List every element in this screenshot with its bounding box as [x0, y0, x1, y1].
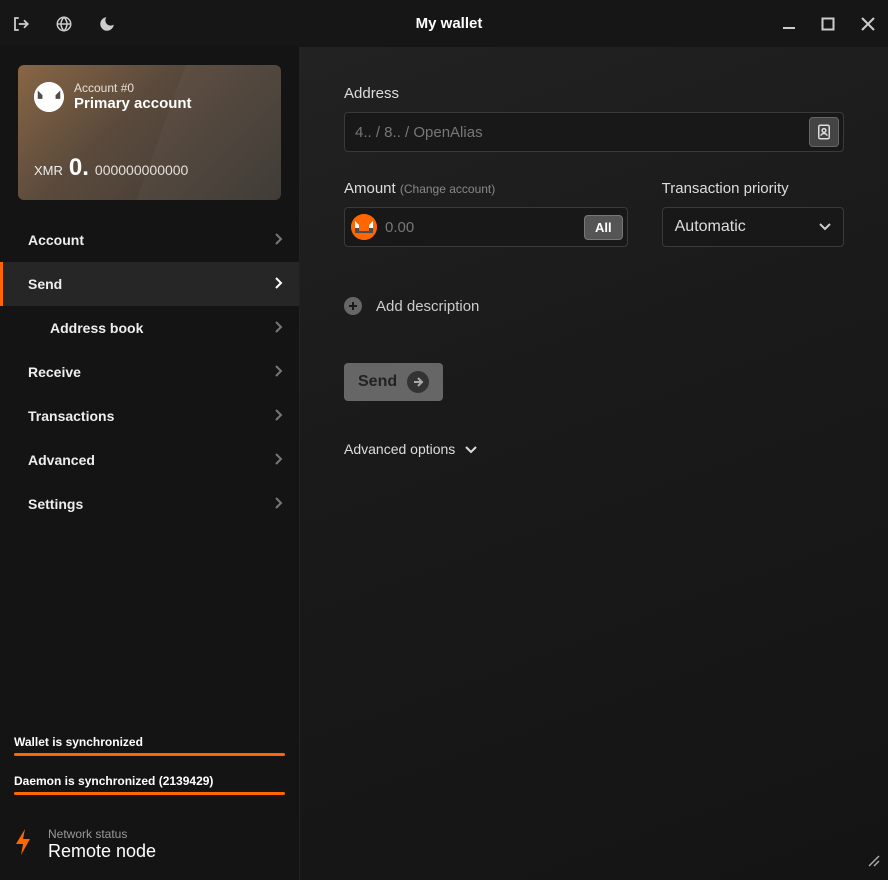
minimize-icon[interactable]	[782, 17, 796, 31]
amount-input[interactable]	[385, 219, 584, 236]
monero-logo-icon	[34, 82, 64, 112]
network-status-value: Remote node	[48, 841, 156, 862]
chevron-right-icon	[275, 232, 283, 248]
balance-decimal: 000000000000	[95, 162, 188, 178]
bolt-icon	[14, 828, 34, 861]
daemon-sync-bar	[14, 792, 285, 795]
amount-label: Amount (Change account)	[344, 180, 628, 197]
priority-select[interactable]: Automatic	[662, 207, 844, 247]
moon-icon[interactable]	[98, 15, 116, 33]
send-button-label: Send	[358, 373, 397, 391]
nav-label: Transactions	[28, 408, 114, 424]
nav-transactions[interactable]: Transactions	[0, 394, 299, 438]
add-description-label: Add description	[376, 298, 479, 315]
nav-send[interactable]: Send	[0, 262, 299, 306]
sync-status: Wallet is synchronized Daemon is synchro…	[0, 725, 299, 823]
chevron-down-icon	[819, 218, 831, 236]
titlebar: My wallet	[0, 0, 888, 47]
nav-label: Settings	[28, 496, 83, 512]
close-icon[interactable]	[860, 16, 876, 32]
nav-label: Advanced	[28, 452, 95, 468]
chevron-right-icon	[275, 276, 283, 292]
nav-settings[interactable]: Settings	[0, 482, 299, 526]
add-description-button[interactable]: Add description	[344, 297, 844, 315]
amount-input-row: All	[344, 207, 628, 247]
nav-label: Account	[28, 232, 84, 248]
chevron-right-icon	[275, 408, 283, 424]
maximize-icon[interactable]	[821, 17, 835, 31]
chevron-right-icon	[275, 452, 283, 468]
monero-coin-icon	[351, 214, 377, 240]
network-status-label: Network status	[48, 827, 156, 841]
address-input-row	[344, 112, 844, 152]
send-button[interactable]: Send	[344, 363, 443, 401]
window-title: My wallet	[116, 15, 782, 32]
priority-value: Automatic	[675, 218, 746, 236]
account-card[interactable]: Account #0 Primary account XMR 0. 000000…	[18, 65, 281, 200]
address-label: Address	[344, 85, 844, 102]
amount-all-button[interactable]: All	[584, 215, 623, 240]
sidebar: Account #0 Primary account XMR 0. 000000…	[0, 47, 300, 880]
balance: XMR 0. 000000000000	[34, 154, 188, 182]
plus-circle-icon	[344, 297, 362, 315]
main-panel: Address Amount (Change account) All	[300, 47, 888, 880]
balance-integer: 0.	[69, 154, 89, 182]
logout-icon[interactable]	[12, 15, 30, 33]
balance-currency: XMR	[34, 163, 63, 178]
nav-address-book[interactable]: Address book	[0, 306, 299, 350]
nav-receive[interactable]: Receive	[0, 350, 299, 394]
chevron-right-icon	[275, 320, 283, 336]
nav-label: Receive	[28, 364, 81, 380]
account-name: Primary account	[74, 95, 192, 112]
daemon-sync-label: Daemon is synchronized (2139429)	[14, 774, 285, 788]
address-input[interactable]	[355, 124, 809, 141]
wallet-sync-bar	[14, 753, 285, 756]
arrow-right-circle-icon	[407, 371, 429, 393]
nav: Account Send Address book Receive Transa…	[0, 218, 299, 725]
address-book-button[interactable]	[809, 117, 839, 147]
nav-account[interactable]: Account	[0, 218, 299, 262]
chevron-down-icon	[465, 441, 477, 457]
chevron-right-icon	[275, 496, 283, 512]
wallet-sync-label: Wallet is synchronized	[14, 735, 285, 749]
change-account-link[interactable]: (Change account)	[400, 182, 495, 196]
nav-label: Send	[28, 276, 62, 292]
resize-handle-icon[interactable]	[864, 851, 880, 872]
nav-advanced[interactable]: Advanced	[0, 438, 299, 482]
chevron-right-icon	[275, 364, 283, 380]
advanced-options-label: Advanced options	[344, 441, 455, 457]
priority-label: Transaction priority	[662, 180, 844, 197]
advanced-options-toggle[interactable]: Advanced options	[344, 441, 844, 457]
globe-icon[interactable]	[55, 15, 73, 33]
network-status[interactable]: Network status Remote node	[0, 823, 299, 880]
amount-label-text: Amount	[344, 180, 396, 197]
nav-label: Address book	[50, 320, 143, 336]
account-number-label: Account #0	[74, 81, 192, 95]
